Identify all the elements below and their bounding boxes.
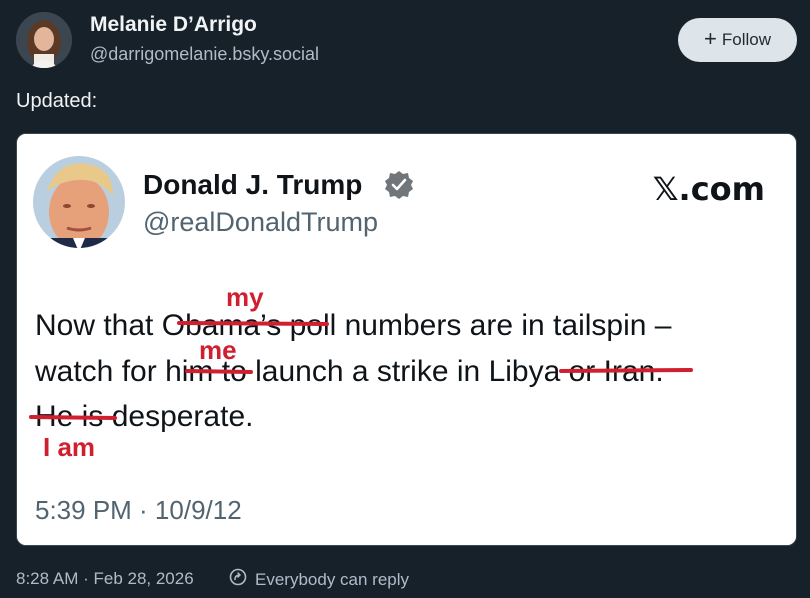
post-text: Updated: (16, 90, 98, 112)
plus-icon: + (704, 26, 717, 51)
author-handle[interactable]: @darrigomelanie.bsky.social (90, 44, 319, 65)
strike-him (185, 369, 253, 374)
reply-settings-icon (229, 568, 247, 591)
line2-text-b: to launch a strike in (213, 355, 488, 388)
author-name[interactable]: Melanie D’Arrigo (90, 13, 257, 37)
edit-my: my (226, 282, 264, 312)
strike-he-is (29, 415, 117, 420)
author-avatar[interactable] (16, 12, 72, 68)
tweet-author-handle: @realDonaldTrump (143, 207, 378, 237)
line1-text-a: Now that (35, 309, 162, 342)
reply-settings[interactable]: Everybody can reply (229, 568, 409, 591)
strike-obamas (177, 321, 329, 326)
post: Melanie D’Arrigo @darrigomelanie.bsky.so… (0, 0, 810, 598)
follow-button[interactable]: + Follow (678, 18, 797, 62)
tweet-line-1: Now that Obama’s poll numbers are in tai… (35, 309, 672, 342)
edit-i-am: I am (43, 432, 95, 462)
edit-me: me (199, 335, 237, 365)
follow-label: Follow (721, 30, 771, 49)
tweet-author-name: Donald J. Trump (143, 169, 362, 200)
tweet-screenshot: Donald J. Trump @realDonaldTrump 𝕏.com N… (17, 134, 796, 545)
strike-libya-or (559, 368, 693, 373)
tweet-timestamp: 5:39 PM · 10/9/12 (35, 495, 242, 525)
post-timestamp[interactable]: 8:28 AM · Feb 28, 2026 (16, 569, 194, 589)
avatar-image (16, 12, 72, 68)
line1-text-b: poll numbers are in tailspin – (281, 309, 672, 342)
reply-settings-label: Everybody can reply (255, 569, 410, 589)
line2-text-a: watch for (34, 355, 165, 388)
embedded-image[interactable]: Donald J. Trump @realDonaldTrump 𝕏.com N… (16, 133, 797, 546)
x-logo: 𝕏.com (653, 170, 765, 208)
line3-text-a: desperate. (103, 400, 253, 433)
